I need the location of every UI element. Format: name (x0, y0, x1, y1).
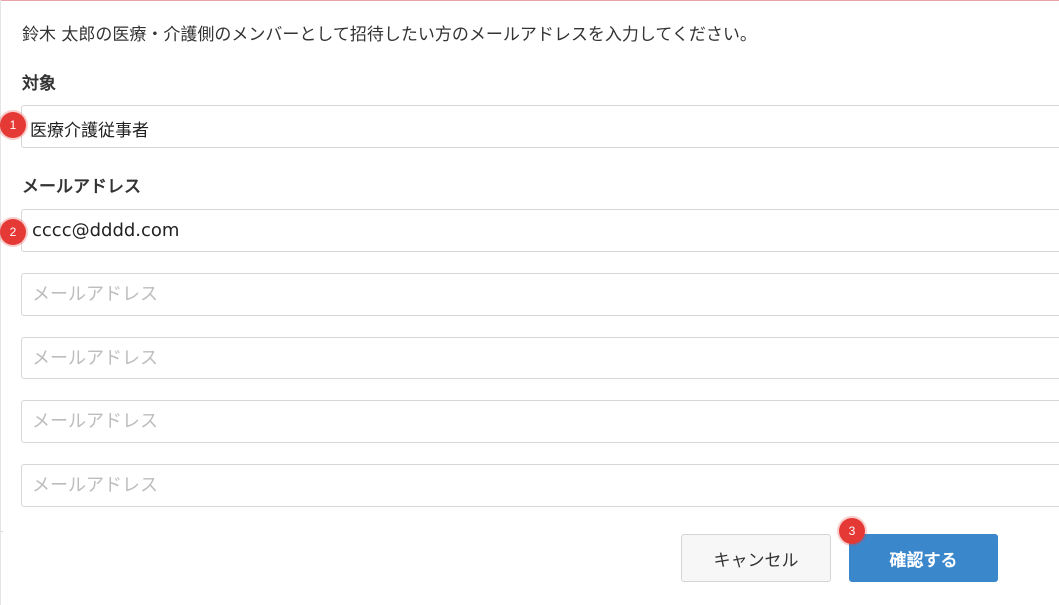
email-field-2[interactable] (21, 273, 1059, 316)
step-marker-3: 3 (839, 518, 865, 544)
email-input-3[interactable] (22, 338, 1059, 378)
target-label: 対象 (22, 74, 56, 94)
confirm-button[interactable]: 確認する (849, 534, 998, 582)
step-marker-2: 2 (0, 219, 26, 245)
email-field-3[interactable] (21, 337, 1059, 379)
target-field[interactable]: 医療介護従事者 (21, 105, 1059, 148)
target-value: 医療介護従事者 (30, 121, 149, 141)
email-label: メールアドレス (22, 177, 141, 197)
email-input-2[interactable] (22, 274, 1059, 315)
email-field-1[interactable] (21, 209, 1059, 252)
email-input-1[interactable] (22, 210, 1059, 251)
email-field-4[interactable] (21, 400, 1059, 443)
email-input-4[interactable] (22, 401, 1059, 442)
email-field-5[interactable] (21, 464, 1059, 507)
dialog-left-edge (0, 0, 1, 605)
dialog-top-border (0, 0, 1059, 1)
email-input-5[interactable] (22, 465, 1059, 506)
step-marker-1: 1 (0, 112, 26, 138)
divider-tick (0, 531, 3, 532)
instruction-text: 鈴木 太郎の医療・介護側のメンバーとして招待したい方のメールアドレスを入力してく… (22, 25, 757, 45)
cancel-button[interactable]: キャンセル (681, 534, 831, 582)
